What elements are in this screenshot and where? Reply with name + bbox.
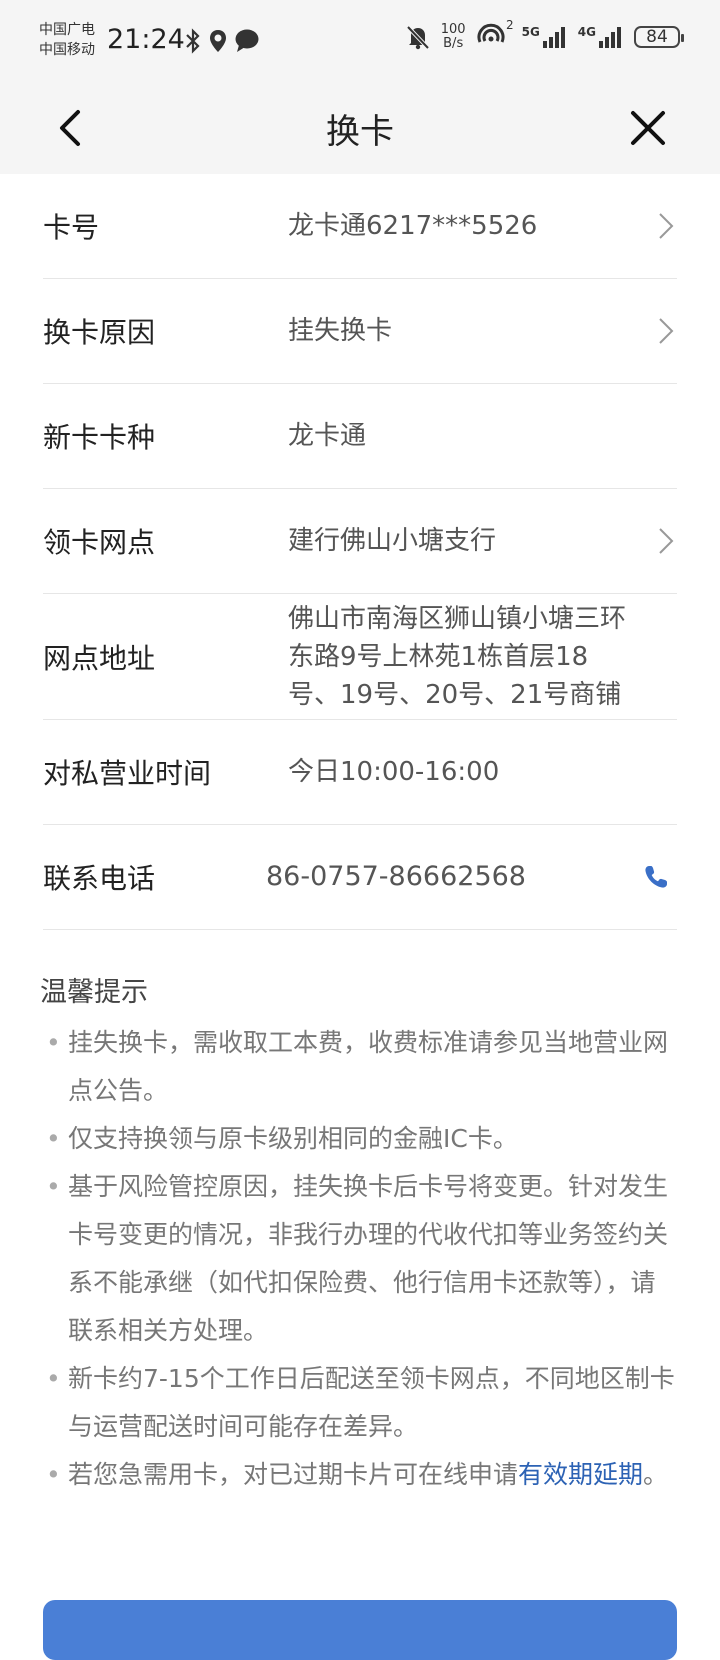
submit-button[interactable] — [43, 1600, 677, 1660]
status-icons-right: 100 B/s 2 5G 4G 84 — [405, 18, 684, 52]
card-replacement-form: 卡号 龙卡通6217***5526 换卡原因 挂失换卡 新卡卡种 龙卡通 领卡网… — [43, 174, 677, 930]
chevron-right-icon — [659, 213, 674, 239]
message-icon — [235, 29, 259, 52]
row-contact-phone[interactable]: 联系电话 86-0757-86662568 — [43, 825, 677, 930]
hotspot-count: 2 — [505, 18, 514, 32]
row-label: 网点地址 — [43, 641, 156, 675]
signal-bars-icon — [599, 27, 621, 48]
row-value: 今日10:00-16:00 — [288, 757, 500, 787]
row-new-card-type: 新卡卡种 龙卡通 — [43, 384, 677, 489]
list-item: 基于风险管控原因，挂失换卡后卡号将变更。针对发生卡号变更的情况，非我行办理的代收… — [40, 1163, 680, 1355]
chevron-right-icon — [659, 318, 674, 344]
tips-section: 温馨提示 挂失换卡，需收取工本费，收费标准请参见当地营业网点公告。 仅支持换领与… — [40, 970, 680, 1499]
hotspot-indicator: 2 — [476, 18, 514, 52]
tip-text: 若您急需用卡，对已过期卡片可在线申请 — [68, 1460, 519, 1489]
row-label: 领卡网点 — [43, 526, 156, 559]
row-replace-reason[interactable]: 换卡原因 挂失换卡 — [43, 279, 677, 384]
signal-2: 4G — [578, 25, 624, 49]
battery-level: 84 — [646, 27, 668, 47]
row-value: 佛山市南海区狮山镇小塘三环东路9号上林苑1栋首层18号、19号、20号、21号商… — [288, 603, 627, 710]
mute-bell-icon — [406, 25, 430, 50]
signal-2-label: 4G — [577, 25, 596, 39]
list-item: 挂失换卡，需收取工本费，收费标准请参见当地营业网点公告。 — [40, 1019, 680, 1115]
row-card-number[interactable]: 卡号 龙卡通6217***5526 — [43, 174, 677, 279]
row-label: 新卡卡种 — [43, 421, 156, 454]
phone-icon[interactable] — [643, 864, 669, 890]
location-icon — [210, 30, 226, 52]
carrier-1: 中国广电 — [39, 22, 95, 38]
row-business-hours: 对私营业时间 今日10:00-16:00 — [43, 720, 677, 825]
page-title: 换卡 — [326, 112, 394, 152]
signal-1: 5G — [522, 25, 568, 49]
net-speed: 100 B/s — [441, 23, 466, 51]
battery-indicator: 84 — [634, 26, 684, 48]
carrier-2: 中国移动 — [39, 42, 95, 58]
list-item: 新卡约7-15个工作日后配送至领卡网点，不同地区制卡与运营配送时间可能存在差异。 — [40, 1355, 680, 1451]
chevron-right-icon — [659, 528, 674, 554]
row-value: 建行佛山小塘支行 — [288, 526, 497, 556]
signal-1-label: 5G — [521, 25, 540, 39]
tip-text-end: 。 — [643, 1460, 669, 1489]
row-label: 联系电话 — [43, 862, 156, 895]
row-value: 86-0757-86662568 — [266, 861, 526, 892]
tips-list: 挂失换卡，需收取工本费，收费标准请参见当地营业网点公告。 仅支持换领与原卡级别相… — [40, 1019, 680, 1499]
row-label: 卡号 — [43, 211, 100, 244]
row-value: 挂失换卡 — [288, 316, 393, 346]
carrier-names: 中国广电 中国移动 — [39, 20, 95, 60]
net-speed-value: 100 — [440, 22, 466, 37]
hotspot-icon — [477, 23, 505, 43]
row-pickup-branch[interactable]: 领卡网点 建行佛山小塘支行 — [43, 489, 677, 594]
status-icons-left — [184, 28, 260, 54]
row-label: 对私营业时间 — [43, 757, 212, 790]
validity-extension-link[interactable]: 有效期延期 — [518, 1460, 643, 1489]
row-value: 龙卡通6217***5526 — [288, 211, 538, 241]
row-value: 龙卡通 — [288, 421, 367, 451]
row-label: 换卡原因 — [43, 316, 156, 349]
nav-header: 换卡 — [0, 84, 720, 174]
signal-bars-icon — [542, 27, 565, 48]
bluetooth-icon — [186, 28, 200, 54]
net-speed-unit: B/s — [443, 36, 464, 51]
status-time: 21:24 — [107, 24, 185, 55]
tips-title: 温馨提示 — [40, 977, 148, 1008]
list-item: 仅支持换领与原卡级别相同的金融IC卡。 — [40, 1115, 680, 1163]
close-icon[interactable] — [626, 106, 670, 150]
list-item: 若您急需用卡，对已过期卡片可在线申请有效期延期。 — [40, 1451, 680, 1499]
status-bar: 中国广电 中国移动 21:24 100 B/s 2 5G 4G 84 — [0, 0, 720, 84]
row-branch-address: 网点地址 佛山市南海区狮山镇小塘三环东路9号上林苑1栋首层18号、19号、20号… — [43, 594, 677, 720]
